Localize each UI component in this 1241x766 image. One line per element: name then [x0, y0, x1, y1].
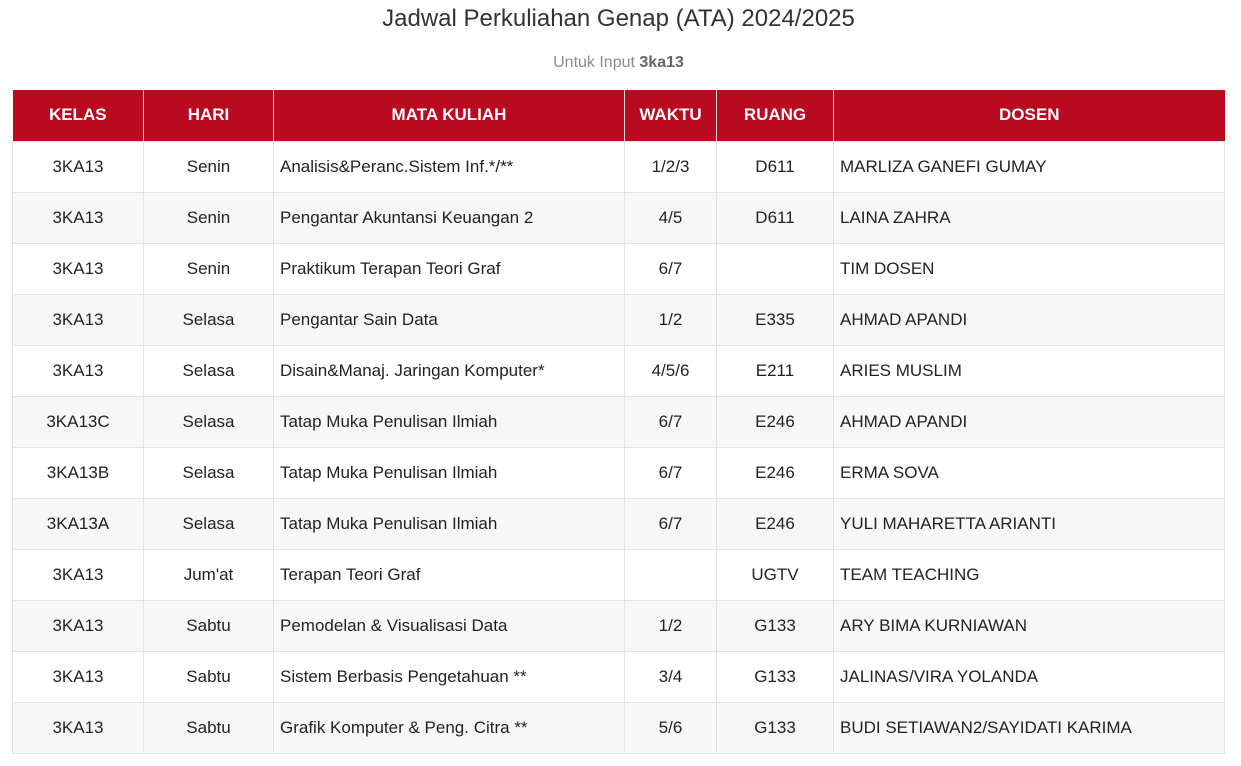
table-row: 3KA13 Sabtu Grafik Komputer & Peng. Citra …	[12, 701, 1225, 754]
cell-waktu: 4/5/6	[624, 344, 717, 397]
cell-mata-kuliah: Disain&Manaj. Jaringan Komputer*	[273, 344, 625, 397]
cell-kelas: 3KA13	[12, 599, 144, 652]
cell-kelas: 3KA13	[12, 191, 144, 244]
cell-hari: Senin	[143, 191, 274, 244]
cell-kelas: 3KA13C	[12, 395, 144, 448]
column-header-dosen: DOSEN	[833, 90, 1225, 141]
cell-hari: Jum'at	[143, 548, 274, 601]
cell-dosen: AHMAD APANDI	[833, 293, 1225, 346]
cell-mata-kuliah: Praktikum Terapan Teori Graf	[273, 242, 625, 295]
header-row: KELAS HARI MATA KULIAH WAKTU RUANG DOSEN	[12, 90, 1225, 141]
cell-waktu: 3/4	[624, 650, 717, 703]
subtitle-input-value: 3ka13	[639, 54, 684, 71]
cell-dosen: TEAM TEACHING	[833, 548, 1225, 601]
cell-dosen: ERMA SOVA	[833, 446, 1225, 499]
cell-ruang: D611	[716, 140, 834, 193]
cell-kelas: 3KA13	[12, 344, 144, 397]
cell-dosen: ARIES MUSLIM	[833, 344, 1225, 397]
column-header-kelas: KELAS	[12, 90, 144, 141]
cell-mata-kuliah: Grafik Komputer & Peng. Citra **	[273, 701, 625, 754]
cell-ruang	[716, 242, 834, 295]
cell-dosen: AHMAD APANDI	[833, 395, 1225, 448]
cell-mata-kuliah: Pemodelan & Visualisasi Data	[273, 599, 625, 652]
cell-hari: Selasa	[143, 344, 274, 397]
cell-dosen: LAINA ZAHRA	[833, 191, 1225, 244]
column-header-waktu: WAKTU	[624, 90, 717, 141]
cell-ruang: E246	[716, 446, 834, 499]
cell-waktu: 6/7	[624, 242, 717, 295]
cell-hari: Senin	[143, 140, 274, 193]
cell-kelas: 3KA13	[12, 242, 144, 295]
table-row: 3KA13 Senin Analisis&Peranc.Sistem Inf.*/*…	[12, 140, 1225, 193]
cell-waktu: 1/2	[624, 599, 717, 652]
cell-dosen: MARLIZA GANEFI GUMAY	[833, 140, 1225, 193]
cell-mata-kuliah: Tatap Muka Penulisan Ilmiah	[273, 446, 625, 499]
table-row: 3KA13 Senin Pengantar Akuntansi Keuangan 2…	[12, 191, 1225, 244]
cell-kelas: 3KA13A	[12, 497, 144, 550]
table-row: 3KA13C Selasa Tatap Muka Penulisan Ilmiah 6…	[12, 395, 1225, 448]
cell-ruang: G133	[716, 650, 834, 703]
cell-mata-kuliah: Tatap Muka Penulisan Ilmiah	[273, 497, 625, 550]
cell-waktu: 6/7	[624, 497, 717, 550]
column-header-mata-kuliah: MATA KULIAH	[273, 90, 625, 141]
cell-waktu: 6/7	[624, 395, 717, 448]
table-row: 3KA13 Selasa Disain&Manaj. Jaringan Komput…	[12, 344, 1225, 397]
cell-mata-kuliah: Pengantar Akuntansi Keuangan 2	[273, 191, 625, 244]
table-row: 3KA13 Senin Praktikum Terapan Teori Graf 6/…	[12, 242, 1225, 295]
cell-ruang: D611	[716, 191, 834, 244]
cell-hari: Selasa	[143, 446, 274, 499]
cell-kelas: 3KA13	[12, 140, 144, 193]
cell-waktu: 6/7	[624, 446, 717, 499]
cell-hari: Selasa	[143, 293, 274, 346]
cell-hari: Senin	[143, 242, 274, 295]
cell-hari: Selasa	[143, 395, 274, 448]
table-row: 3KA13 Selasa Pengantar Sain Data 1/2 E335 AHM…	[12, 293, 1225, 346]
cell-dosen: ARY BIMA KURNIAWAN	[833, 599, 1225, 652]
cell-hari: Selasa	[143, 497, 274, 550]
cell-hari: Sabtu	[143, 701, 274, 754]
subtitle: Untuk Input 3ka13	[0, 53, 1237, 73]
cell-ruang: E246	[716, 497, 834, 550]
cell-ruang: UGTV	[716, 548, 834, 601]
cell-ruang: G133	[716, 599, 834, 652]
cell-kelas: 3KA13	[12, 701, 144, 754]
cell-kelas: 3KA13	[12, 548, 144, 601]
cell-mata-kuliah: Pengantar Sain Data	[273, 293, 625, 346]
schedule-table: KELAS HARI MATA KULIAH WAKTU RUANG DOSEN…	[12, 90, 1225, 754]
cell-hari: Sabtu	[143, 599, 274, 652]
table-row: 3KA13A Selasa Tatap Muka Penulisan Ilmiah 6…	[12, 497, 1225, 550]
cell-mata-kuliah: Tatap Muka Penulisan Ilmiah	[273, 395, 625, 448]
cell-dosen: BUDI SETIAWAN2/SAYIDATI KARIMA	[833, 701, 1225, 754]
cell-mata-kuliah: Terapan Teori Graf	[273, 548, 625, 601]
cell-ruang: E211	[716, 344, 834, 397]
cell-ruang: E335	[716, 293, 834, 346]
subtitle-prefix: Untuk Input	[553, 54, 635, 71]
cell-waktu: 4/5	[624, 191, 717, 244]
cell-ruang: G133	[716, 701, 834, 754]
cell-dosen: JALINAS/VIRA YOLANDA	[833, 650, 1225, 703]
cell-mata-kuliah: Analisis&Peranc.Sistem Inf.*/**	[273, 140, 625, 193]
column-header-ruang: RUANG	[716, 90, 834, 141]
cell-waktu: 1/2/3	[624, 140, 717, 193]
page-title: Jadwal Perkuliahan Genap (ATA) 2024/2025	[382, 5, 855, 32]
table-row: 3KA13 Sabtu Pemodelan & Visualisasi Data 1/…	[12, 599, 1225, 652]
schedule-table-header: KELAS HARI MATA KULIAH WAKTU RUANG DOSEN	[12, 90, 1225, 141]
cell-waktu: 5/6	[624, 701, 717, 754]
cell-ruang: E246	[716, 395, 834, 448]
cell-waktu: 1/2	[624, 293, 717, 346]
table-row: 3KA13 Sabtu Sistem Berbasis Pengetahuan **…	[12, 650, 1225, 703]
cell-mata-kuliah: Sistem Berbasis Pengetahuan **	[273, 650, 625, 703]
cell-dosen: YULI MAHARETTA ARIANTI	[833, 497, 1225, 550]
cell-kelas: 3KA13	[12, 650, 144, 703]
column-header-hari: HARI	[143, 90, 274, 141]
table-row: 3KA13 Jum'at Terapan Teori Graf UGTV TEAM TE…	[12, 548, 1225, 601]
cell-kelas: 3KA13	[12, 293, 144, 346]
cell-dosen: TIM DOSEN	[833, 242, 1225, 295]
cell-waktu	[624, 548, 717, 601]
cell-hari: Sabtu	[143, 650, 274, 703]
cell-kelas: 3KA13B	[12, 446, 144, 499]
table-row: 3KA13B Selasa Tatap Muka Penulisan Ilmiah 6…	[12, 446, 1225, 499]
schedule-table-body: 3KA13 Senin Analisis&Peranc.Sistem Inf.*/*…	[12, 140, 1225, 754]
